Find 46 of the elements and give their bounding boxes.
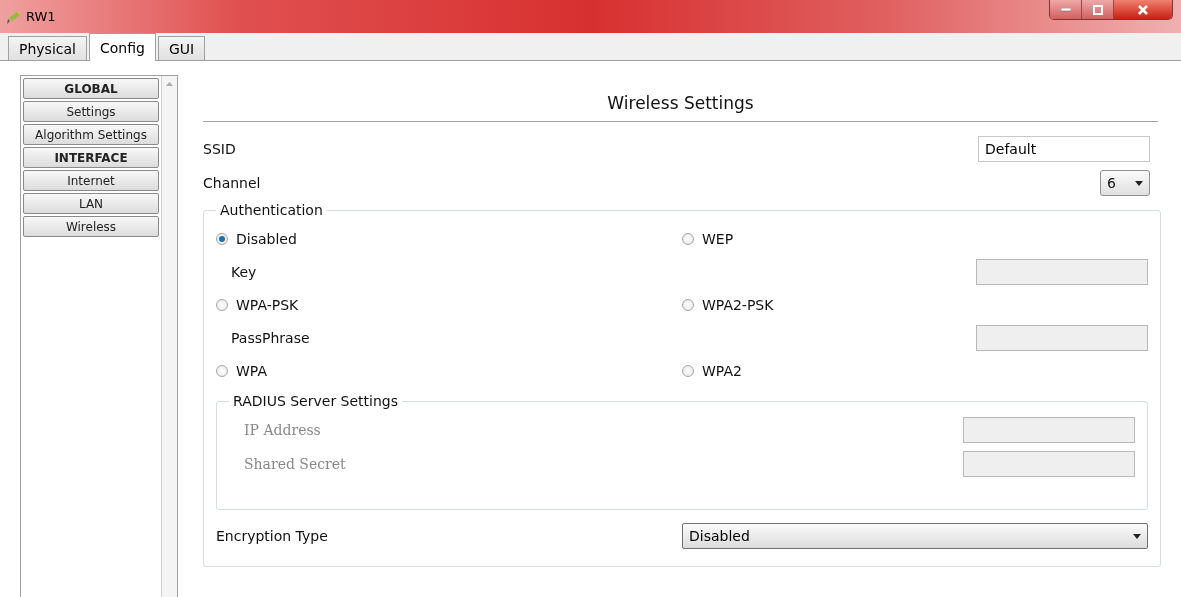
encryption-dropdown[interactable]: Disabled <box>682 523 1148 549</box>
tab[interactable]: Config <box>88 33 156 61</box>
ssid-field[interactable]: Default <box>978 136 1150 162</box>
sidebar-item[interactable]: LAN <box>23 193 159 214</box>
radio-button[interactable] <box>216 364 228 377</box>
field-label: Shared Secret <box>244 456 346 472</box>
panel-title: Wireless Settings <box>203 75 1158 122</box>
field-label: SSID <box>203 141 236 157</box>
section-header[interactable]: INTERFACE <box>23 147 159 168</box>
field-label: Channel <box>203 175 261 191</box>
sidebar-item[interactable]: Settings <box>23 101 159 122</box>
caret-icon <box>1135 180 1143 186</box>
group-legend: RADIUS Server Settings <box>229 393 402 409</box>
scrollbar[interactable] <box>161 76 177 597</box>
radio-label: Disabled <box>236 230 297 247</box>
radio-label: WPA2 <box>702 362 742 379</box>
maximize-icon <box>1092 4 1103 15</box>
radio-button[interactable] <box>682 298 694 311</box>
sidebar-item[interactable]: Internet <box>23 170 159 191</box>
sidebar-item[interactable]: Wireless <box>23 216 159 237</box>
radio-button[interactable] <box>216 298 228 311</box>
radio-button[interactable] <box>682 364 694 377</box>
close-button[interactable] <box>1114 0 1172 19</box>
window-title: RW1 <box>26 9 56 24</box>
maximize-button[interactable] <box>1082 0 1114 19</box>
field-label: Key <box>231 263 257 280</box>
close-icon <box>1138 4 1148 15</box>
radio-label: WPA2-PSK <box>702 296 774 313</box>
radio-label: WPA <box>236 362 267 379</box>
tab[interactable]: Physical <box>8 36 87 60</box>
tab[interactable]: GUI <box>157 36 206 60</box>
radio-button[interactable] <box>216 232 228 245</box>
channel-dropdown[interactable]: 6 <box>1100 170 1150 196</box>
group-legend: Authentication <box>216 202 327 218</box>
radio-label: WEP <box>702 230 734 247</box>
radio-button[interactable] <box>682 232 694 245</box>
sidebar-item[interactable]: Algorithm Settings <box>23 124 159 145</box>
up-arrow-icon[interactable] <box>166 82 173 86</box>
minimize-button[interactable] <box>1050 0 1082 19</box>
field-label: PassPhrase <box>231 329 310 346</box>
radio-label: WPA-PSK <box>236 296 299 313</box>
field-label: IP Address <box>244 422 321 438</box>
field-label: Encryption Type <box>216 528 328 544</box>
caret-icon <box>1133 533 1141 539</box>
minimize-icon <box>1060 7 1071 12</box>
section-header[interactable]: GLOBAL <box>23 78 159 99</box>
